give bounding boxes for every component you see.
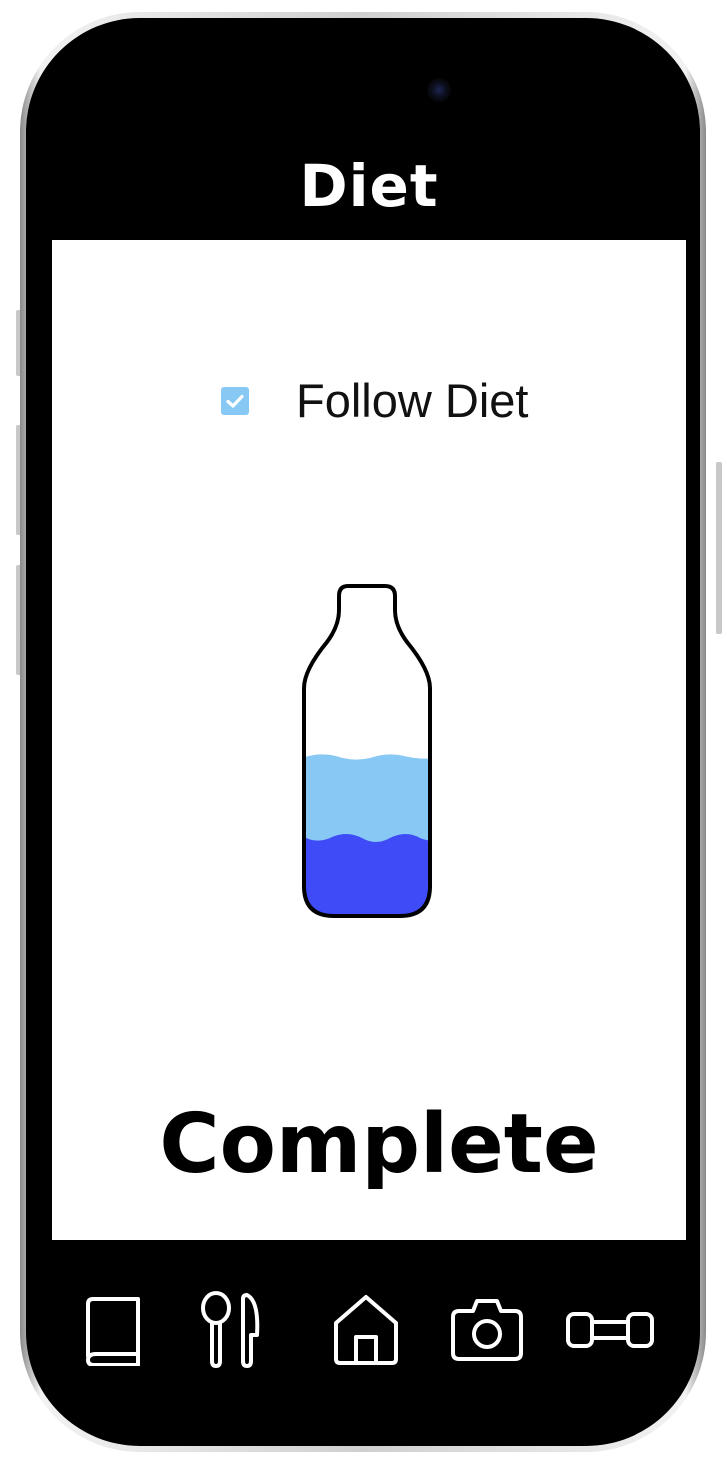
- spoon-knife-icon: [201, 1291, 260, 1368]
- phone-device: Diet Follow Diet Complete: [0, 0, 728, 1462]
- book-icon: [86, 1297, 140, 1366]
- bottom-navigation: [52, 1240, 686, 1420]
- water-bottle-icon: [302, 584, 432, 918]
- front-camera: [427, 78, 451, 102]
- nav-fitness[interactable]: [560, 1285, 660, 1375]
- follow-diet-checkbox[interactable]: [221, 387, 249, 415]
- nav-book[interactable]: [64, 1285, 164, 1375]
- dark-water-fill: [304, 834, 430, 916]
- dumbbell-icon: [566, 1312, 654, 1348]
- power-button: [716, 462, 722, 634]
- nav-home[interactable]: [316, 1285, 416, 1375]
- main-content: Follow Diet Complete: [52, 240, 686, 1240]
- completion-status: Complete: [159, 1097, 599, 1192]
- checkmark-icon: [226, 394, 244, 408]
- page-title: Diet: [299, 152, 439, 220]
- nav-camera[interactable]: [437, 1285, 537, 1375]
- nav-diet[interactable]: [182, 1285, 282, 1375]
- home-icon: [334, 1295, 398, 1365]
- camera-icon: [451, 1299, 523, 1361]
- water-bottle[interactable]: [302, 582, 437, 920]
- follow-diet-label[interactable]: Follow Diet: [296, 372, 528, 430]
